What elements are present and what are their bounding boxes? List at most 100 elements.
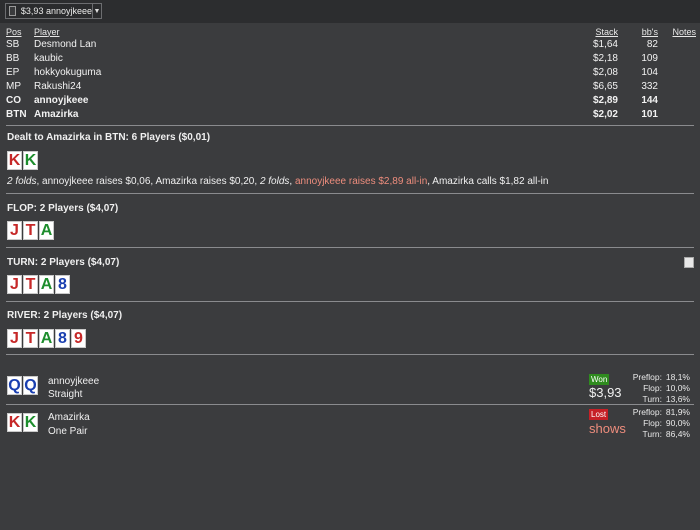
cell-stack: $2,18 — [592, 53, 618, 64]
cell-bb: 144 — [641, 95, 658, 106]
action-folds-1: 2 folds — [7, 176, 37, 187]
won-badge: Won — [589, 374, 610, 385]
cell-pos: SB — [6, 39, 20, 50]
cell-pos: BTN — [6, 109, 27, 120]
stat-label: Flop: — [643, 383, 662, 393]
result-cards-amazirka: KK — [7, 413, 38, 432]
result-player-name: Amazirka — [48, 412, 90, 423]
cell-name: hokkyokuguma — [34, 67, 102, 78]
note-icon[interactable] — [684, 257, 694, 268]
header-notes[interactable]: Notes — [658, 26, 696, 38]
playing-card: A — [39, 221, 54, 240]
cell-pos: EP — [6, 67, 20, 78]
cell-pos: CO — [6, 95, 21, 106]
stat-label: Flop: — [643, 418, 662, 428]
cell-bb: 101 — [641, 109, 658, 120]
action-allin-raise: annoyjkeee raises $2,89 all-in — [294, 176, 428, 187]
cell-bb: 109 — [641, 53, 658, 64]
divider — [6, 354, 694, 355]
cell-bb: 104 — [641, 67, 658, 78]
cell-notes — [658, 108, 696, 122]
top-toolbar: $3,93 annoyjkeee ▼ — [0, 0, 700, 23]
hand-selector-label: $3,93 annoyjkeee — [20, 6, 92, 16]
stat-value: 86,4% — [665, 429, 690, 439]
divider — [6, 404, 694, 405]
equity-stats: Preflop: 81,9% Flop: 90,0% Turn: 86,4% — [620, 407, 690, 440]
cell-bb: 332 — [641, 81, 658, 92]
header-stack[interactable]: Stack — [558, 26, 618, 38]
preflop-action: 2 folds, annoyjkeee raises $0,06, Amazir… — [7, 176, 548, 187]
stat-value: 90,0% — [665, 418, 690, 428]
action-folds-2: 2 folds — [259, 176, 290, 187]
table-row[interactable]: MP Rakushi24 $6,65 332 — [6, 80, 696, 94]
cell-pos: MP — [6, 81, 21, 92]
won-amount: $3,93 — [589, 385, 622, 400]
header-bb[interactable]: bb's — [618, 26, 658, 38]
cell-notes — [658, 80, 696, 94]
cell-stack: $6,65 — [592, 81, 618, 92]
cell-stack: $2,89 — [592, 95, 618, 106]
cell-name: Rakushi24 — [34, 81, 82, 92]
lost-badge: Lost — [589, 409, 609, 420]
cell-notes — [658, 38, 696, 52]
cell-bb: 82 — [646, 39, 658, 50]
flop-title: FLOP: 2 Players ($4,07) — [7, 203, 119, 214]
playing-card: K — [23, 151, 38, 170]
playing-card: K — [7, 413, 22, 432]
cell-notes — [658, 94, 696, 108]
cell-stack: $1,64 — [592, 39, 618, 50]
turn-cards: JTA8 — [7, 275, 70, 294]
hand-selector-combo[interactable]: $3,93 annoyjkeee ▼ — [5, 3, 102, 19]
playing-card: 8 — [55, 275, 70, 294]
playing-card: Q — [7, 376, 22, 395]
playing-card: 9 — [71, 329, 86, 348]
playing-card: Q — [23, 376, 38, 395]
action-raises: , annoyjkeee raises $0,06, Amazirka rais… — [36, 176, 260, 187]
players-table: Pos Player Stack bb's Notes SB Desmond La… — [6, 26, 696, 122]
stat-value: 18,1% — [665, 372, 690, 382]
playing-card: T — [23, 329, 38, 348]
preflop-title: Dealt to Amazirka in BTN: 6 Players ($0,… — [7, 132, 211, 143]
cell-name: kaubic — [34, 53, 63, 64]
divider — [6, 247, 694, 248]
cell-stack: $2,08 — [592, 67, 618, 78]
playing-card: T — [23, 275, 38, 294]
table-row[interactable]: SB Desmond Lan $1,64 82 — [6, 38, 696, 52]
stat-label: Preflop: — [632, 372, 662, 382]
turn-title: TURN: 2 Players ($4,07) — [7, 257, 120, 268]
cell-name: Amazirka — [34, 109, 79, 120]
hole-cards: KK — [7, 151, 38, 170]
playing-card: 8 — [55, 329, 70, 348]
divider — [6, 301, 694, 302]
playing-card: K — [7, 151, 22, 170]
cell-notes — [658, 66, 696, 80]
cell-stack: $2,02 — [592, 109, 618, 120]
table-row[interactable]: EP hokkyokuguma $2,08 104 — [6, 66, 696, 80]
divider — [6, 193, 694, 194]
playing-card: A — [39, 275, 54, 294]
action-call: , Amazirka calls $1,82 all-in — [427, 176, 549, 187]
equity-stats: Preflop: 18,1% Flop: 10,0% Turn: 13,6% — [620, 372, 690, 405]
header-player[interactable]: Player — [34, 26, 558, 38]
playing-card: A — [39, 329, 54, 348]
divider — [6, 125, 694, 126]
cell-name: annoyjkeee — [34, 95, 89, 106]
header-pos[interactable]: Pos — [6, 26, 34, 38]
stat-value: 81,9% — [665, 407, 690, 417]
playing-card: J — [7, 329, 22, 348]
table-row[interactable]: BB kaubic $2,18 109 — [6, 52, 696, 66]
playing-card: K — [23, 413, 38, 432]
cell-pos: BB — [6, 53, 20, 64]
stat-label: Turn: — [642, 429, 662, 439]
table-row[interactable]: CO annoyjkeee $2,89 144 — [6, 94, 696, 108]
river-title: RIVER: 2 Players ($4,07) — [7, 310, 123, 321]
chevron-down-icon[interactable]: ▼ — [91, 4, 101, 18]
cell-notes — [658, 52, 696, 66]
playing-card: J — [7, 221, 22, 240]
playing-card: T — [23, 221, 38, 240]
playing-card: J — [7, 275, 22, 294]
cell-name: Desmond Lan — [34, 39, 97, 50]
river-cards: JTA89 — [7, 329, 86, 348]
checkbox-icon[interactable] — [9, 6, 16, 16]
table-row[interactable]: BTN Amazirka $2,02 101 — [6, 108, 696, 122]
